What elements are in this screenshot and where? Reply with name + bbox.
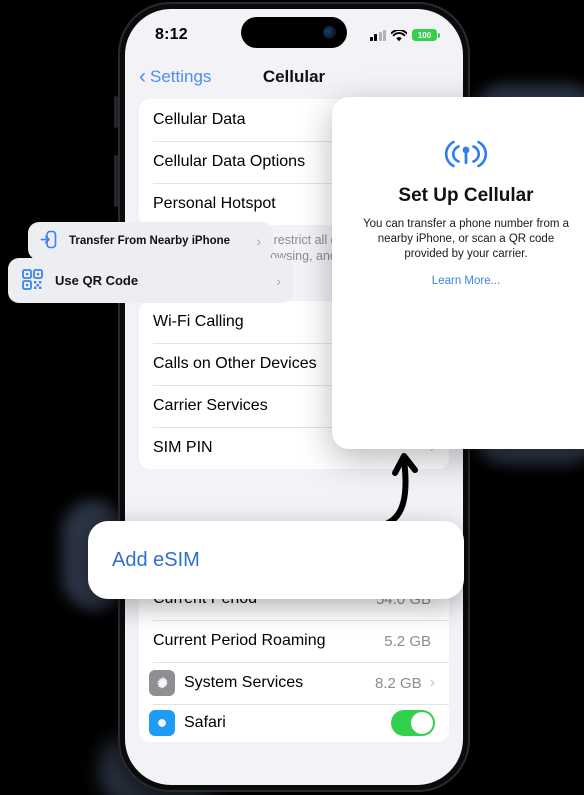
chevron-right-icon: › — [276, 272, 281, 289]
row-system-services[interactable]: System Services 8.2 GB › — [139, 662, 449, 704]
transfer-from-nearby-iphone-button[interactable]: Transfer From Nearby iPhone › — [28, 222, 273, 260]
screenshot-stage: 8:12 100 ‹ Settings Cellular Cellular Da… — [0, 0, 584, 795]
gear-icon — [149, 670, 175, 696]
add-esim-label: Add eSIM — [112, 548, 200, 571]
safari-compass-icon — [149, 710, 175, 736]
row-value: 5.2 GB — [384, 632, 431, 650]
row-label: Current Period Roaming — [153, 632, 326, 649]
battery-level-label: 100 — [417, 30, 432, 40]
row-label: System Services — [184, 674, 304, 691]
back-button-label: Settings — [150, 67, 212, 86]
chevron-right-icon: › — [256, 233, 261, 249]
row-label: Safari — [184, 714, 226, 731]
status-clock: 8:12 — [155, 26, 188, 43]
row-value: 8.2 GB — [374, 674, 422, 692]
arrow-into-phone-icon — [40, 230, 57, 252]
battery-icon: 100 — [412, 29, 440, 41]
cellular-bars-icon — [369, 29, 386, 41]
wifi-icon — [390, 29, 408, 42]
option-label: Use QR Code — [55, 273, 139, 288]
status-icons: 100 — [369, 29, 440, 42]
chevron-right-icon: › — [429, 674, 435, 691]
front-camera-lens-icon — [323, 26, 336, 39]
row-safari[interactable]: Safari — [139, 704, 449, 742]
option-label: Transfer From Nearby iPhone — [69, 235, 231, 247]
qr-code-icon — [22, 268, 43, 293]
navigation-bar: ‹ Settings Cellular — [125, 55, 463, 99]
safari-cellular-toggle[interactable] — [391, 710, 435, 736]
learn-more-link[interactable]: Learn More... — [350, 275, 582, 287]
back-button-settings[interactable]: ‹ Settings — [139, 64, 212, 88]
add-esim-callout-card[interactable]: Add eSIM — [88, 521, 464, 599]
dynamic-island — [241, 17, 347, 48]
dialog-description: You can transfer a phone number from a n… — [362, 218, 570, 260]
chevron-left-icon: ‹ — [139, 64, 146, 88]
cellular-antenna-icon — [443, 137, 489, 171]
row-current-period-roaming[interactable]: Current Period Roaming 5.2 GB — [139, 620, 449, 662]
group-cellular-usage: Current Period 54.0 GB Current Period Ro… — [139, 578, 449, 742]
set-up-cellular-dialog: Set Up Cellular You can transfer a phone… — [332, 97, 584, 449]
page-title: Cellular — [262, 67, 326, 86]
dialog-title: Set Up Cellular — [398, 185, 534, 206]
use-qr-code-button[interactable]: Use QR Code › — [8, 258, 293, 303]
